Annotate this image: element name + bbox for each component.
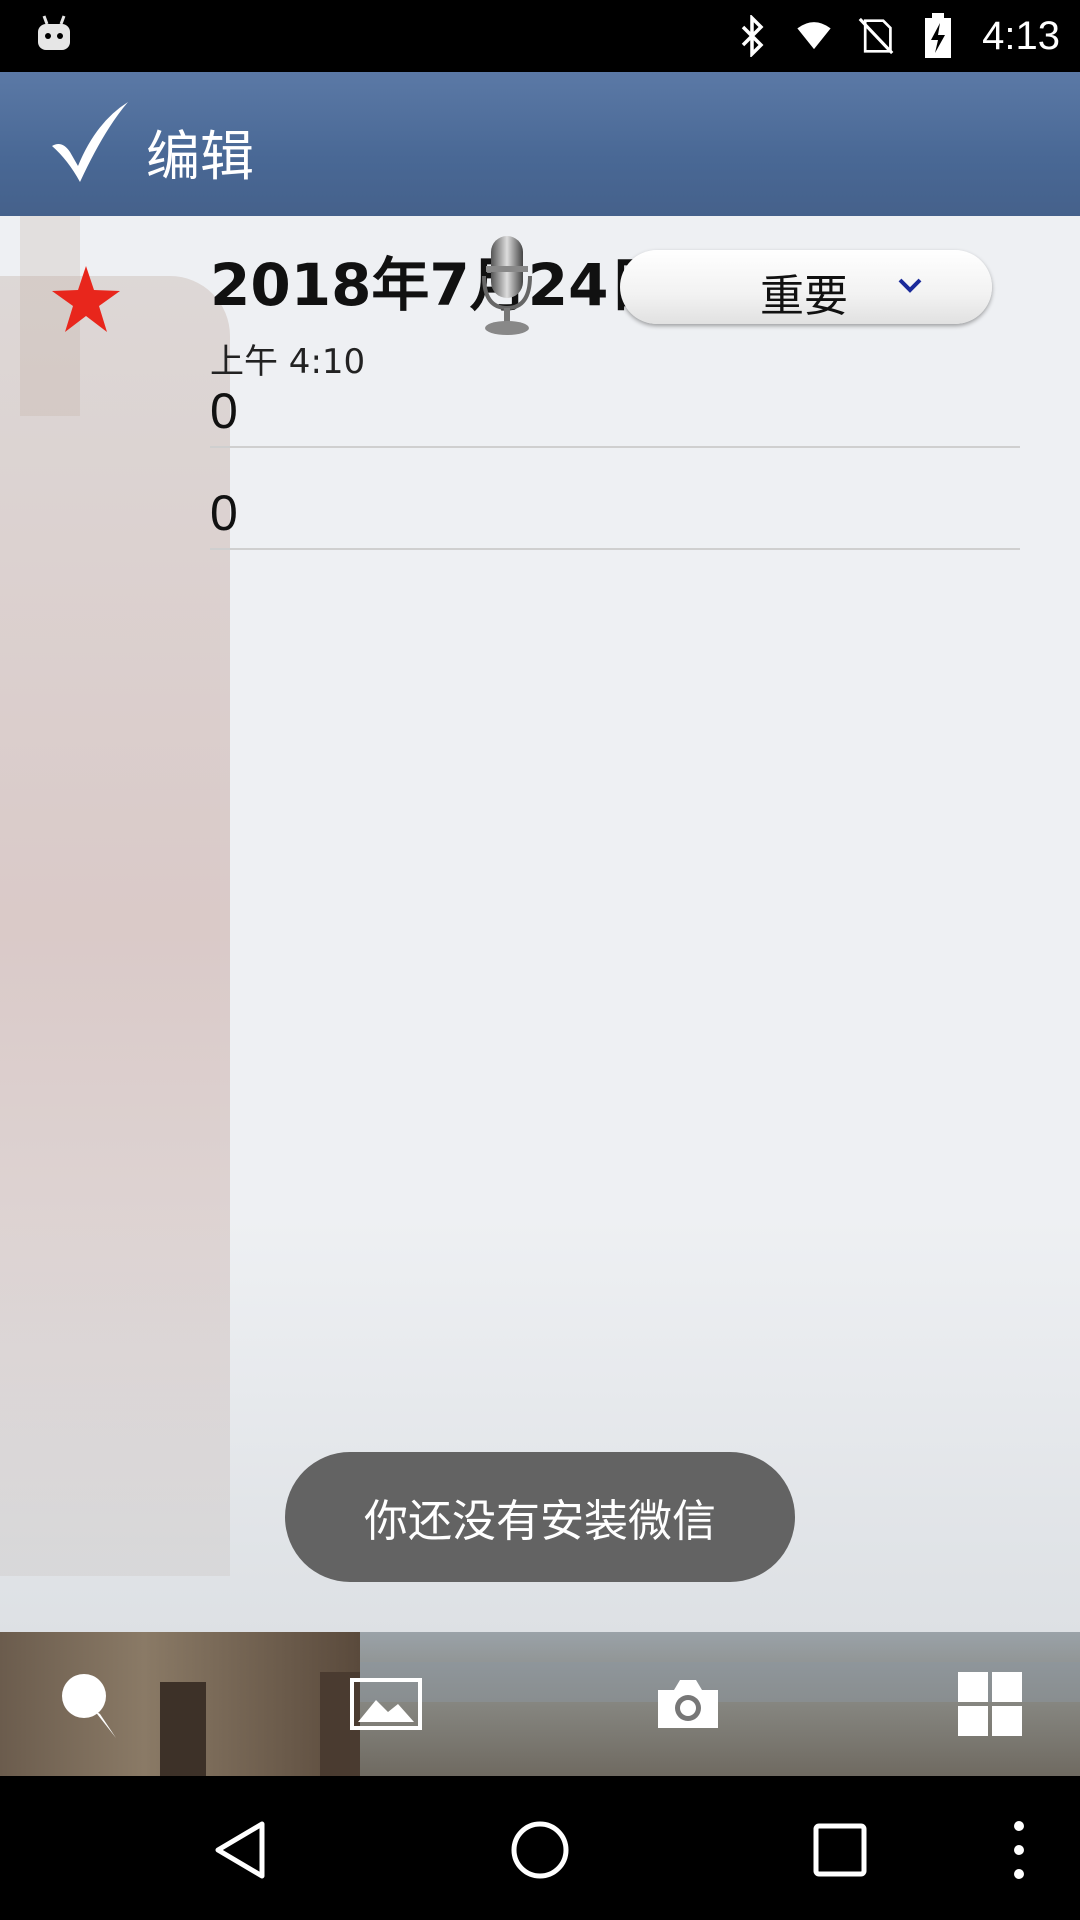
- android-icon: [38, 15, 70, 50]
- pin-icon[interactable]: [54, 1666, 130, 1742]
- chevron-down-icon: [898, 278, 922, 293]
- note-field-value: 0: [210, 485, 238, 541]
- bottom-toolbar: [0, 1632, 1080, 1776]
- microphone-icon[interactable]: [478, 236, 536, 336]
- note-field[interactable]: 0: [210, 485, 1020, 550]
- navigation-bar: [0, 1776, 1080, 1920]
- wifi-icon: [796, 15, 832, 57]
- app-bar: 编辑: [0, 72, 1080, 216]
- time-label[interactable]: 上午 4:10: [210, 334, 365, 383]
- status-bar: 4:13: [0, 0, 1080, 72]
- grid-icon[interactable]: [952, 1666, 1028, 1742]
- priority-selected: 重要: [760, 271, 848, 322]
- priority-dropdown[interactable]: 重要: [620, 250, 992, 324]
- star-icon[interactable]: [52, 266, 120, 332]
- camera-icon[interactable]: [650, 1666, 726, 1742]
- image-icon[interactable]: [348, 1666, 424, 1742]
- battery-charging-icon: [920, 13, 956, 58]
- back-icon[interactable]: [210, 1818, 274, 1882]
- bluetooth-icon: [734, 15, 770, 57]
- note-field[interactable]: 0: [210, 383, 1020, 448]
- check-icon[interactable]: [48, 100, 132, 184]
- note-field-value: 0: [210, 383, 238, 439]
- date-label[interactable]: 2018年7月24日: [210, 238, 667, 322]
- more-icon[interactable]: [1004, 1818, 1034, 1882]
- toast: 你还没有安装微信: [285, 1452, 795, 1582]
- toast-message: 你还没有安装微信: [364, 1496, 716, 1547]
- note-editor: 2018年7月24日 重要 上午 4:10 0 0 你还没有安装微信: [0, 216, 1080, 1632]
- no-sim-icon: [858, 15, 894, 57]
- status-time: 4:13: [982, 13, 1060, 58]
- recents-icon[interactable]: [808, 1818, 872, 1882]
- toolbar-background: [160, 1682, 206, 1776]
- page-title: 编辑: [146, 125, 254, 188]
- home-icon[interactable]: [508, 1818, 572, 1882]
